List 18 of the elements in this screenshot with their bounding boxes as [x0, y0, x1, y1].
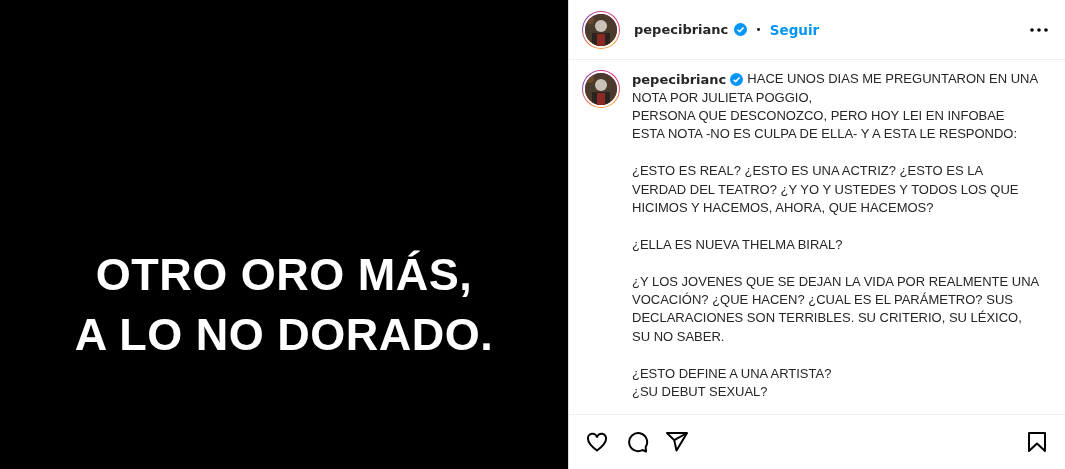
more-options-icon[interactable]: [1029, 26, 1049, 33]
username[interactable]: pepecibrianc: [632, 71, 727, 87]
separator-dot: •: [755, 23, 762, 36]
paper-plane-icon[interactable]: [665, 430, 689, 454]
caption-text: ¿ESTO DEFINE A UNA ARTISTA? ¿SU DEBUT SEXUAL?: [632, 364, 833, 402]
image-caption-text: A LO NO DORADO.: [74, 307, 494, 362]
speech-bubble-icon[interactable]: [625, 430, 649, 454]
caption-text: ¿ELLA ES NUEVA THELMA BIRAL?: [632, 235, 844, 254]
caption-text: NOTA POR JULIETA POGGIO, PERSONA QUE DESCONOZCO, PERO HOY LEI EN INFOBAE ESTA NOTA -NO ES CULPA DE ELLA- Y A ESTA LE RESPONDO:: [632, 88, 1019, 144]
username[interactable]: pepecibrianc: [634, 22, 729, 37]
avatar[interactable]: [582, 70, 620, 108]
heart-icon[interactable]: [585, 430, 609, 454]
caption-text: ¿Y LOS JOVENES QUE SE DEJAN LA VIDA POR REALMENTE UNA VOCACIÓN? ¿QUE HACEN? ¿CUAL ES EL PARÁMETRO? SUS DECLARACIONES SON TERRIBLES. SU CRITERIO, SU LÉXICO, SU NO SABER.: [632, 272, 1040, 346]
caption-text: HACE UNOS DIAS ME PREGUNTARON EN UNA: [747, 70, 1039, 88]
caption-text: ¿ESTO ES REAL? ¿ESTO ES UNA ACTRIZ? ¿ESTO ES LA VERDAD DEL TEATRO? ¿Y YO Y USTEDES Y TODOS LOS QUE HICIMOS Y HACEMOS, AHORA, QUE HACEMOS?: [632, 162, 1020, 217]
bookmark-icon[interactable]: [1025, 430, 1049, 454]
image-caption-text: OTRO ORO MÁS,: [95, 247, 473, 302]
avatar[interactable]: [582, 10, 620, 49]
